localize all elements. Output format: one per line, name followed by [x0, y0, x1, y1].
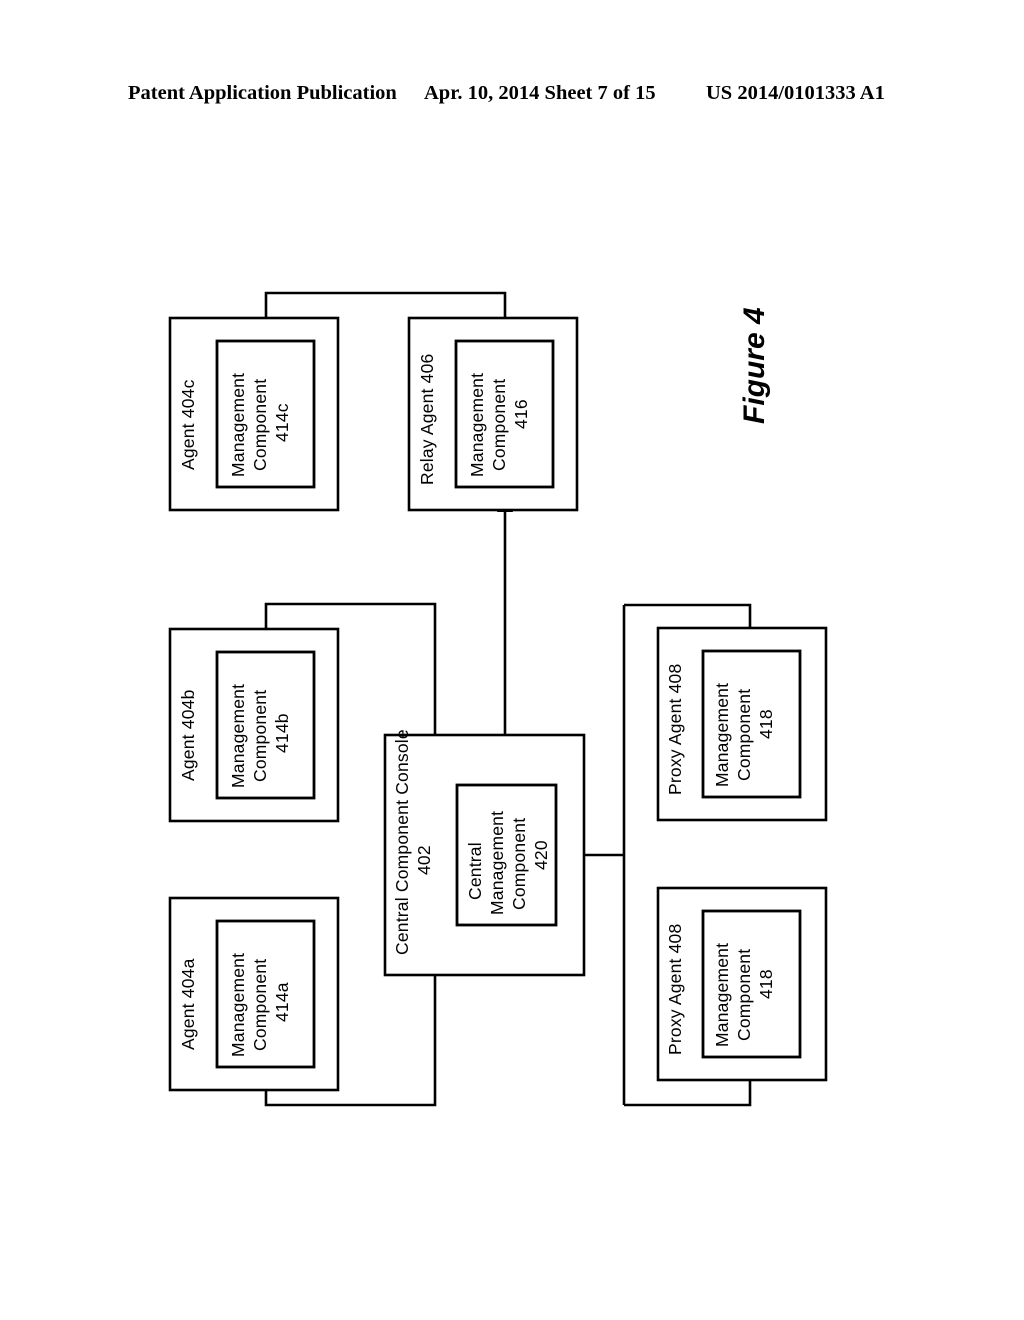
- management-component-418-upper-label-line2: Component: [734, 689, 754, 781]
- management-component-414c-label-line1: Management: [228, 373, 248, 477]
- node-central-component-console-402[interactable]: Central Component Console 402 Central Ma…: [383, 729, 586, 977]
- management-component-416-label-line3: 416: [511, 399, 531, 429]
- management-component-418-lower-label-line3: 418: [756, 969, 776, 999]
- relay-agent-406-label: Relay Agent 406: [417, 354, 437, 485]
- node-relay-agent-406[interactable]: Relay Agent 406 Management Component 416: [407, 316, 579, 512]
- central-component-console-402-label-line1: Central Component Console: [392, 729, 412, 955]
- management-component-418-lower-label-line1: Management: [712, 943, 732, 1047]
- management-component-414a-label-line3: 414a: [272, 982, 292, 1022]
- management-component-414c-label-line2: Component: [250, 379, 270, 471]
- central-management-component-420-label-line1: Central: [465, 842, 485, 900]
- management-component-414c-label-line3: 414c: [272, 403, 292, 442]
- management-component-414a-label-line1: Management: [228, 953, 248, 1057]
- central-management-component-420-label-line2: Management: [487, 811, 507, 915]
- node-proxy-agent-408-lower[interactable]: Proxy Agent 408 Management Component 418: [656, 886, 828, 1082]
- node-agent-404b[interactable]: Agent 404b Management Component 414b: [168, 627, 340, 823]
- management-component-418-upper-label-line3: 418: [756, 709, 776, 739]
- node-agent-404a[interactable]: Agent 404a Management Component 414a: [168, 896, 340, 1092]
- patent-page: Patent Application Publication Apr. 10, …: [0, 0, 1024, 1320]
- management-component-418-lower-label-line2: Component: [734, 949, 754, 1041]
- node-proxy-agent-408-upper[interactable]: Proxy Agent 408 Management Component 418: [656, 626, 828, 822]
- central-management-component-420-label-line4: 420: [531, 840, 551, 870]
- central-management-component-420-label-line3: Component: [509, 818, 529, 910]
- management-component-416-label-line2: Component: [489, 379, 509, 471]
- proxy-agent-408-lower-label: Proxy Agent 408: [665, 924, 685, 1055]
- node-agent-404c[interactable]: Agent 404c Management Component 414c: [168, 316, 340, 512]
- agent-404c-label: Agent 404c: [178, 379, 198, 470]
- figure-4-diagram: Agent 404c Management Component 414c Rel…: [0, 0, 1024, 1320]
- central-component-console-402-label-line2: 402: [414, 845, 434, 875]
- management-component-414b-label-line2: Component: [250, 690, 270, 782]
- proxy-agent-408-upper-label: Proxy Agent 408: [665, 664, 685, 795]
- agent-404a-label: Agent 404a: [178, 958, 198, 1050]
- management-component-418-upper-label-line1: Management: [712, 683, 732, 787]
- management-component-414b-label-line1: Management: [228, 684, 248, 788]
- figure-label: Figure 4: [738, 307, 771, 424]
- management-component-414a-label-line2: Component: [250, 959, 270, 1051]
- management-component-416-label-line1: Management: [467, 373, 487, 477]
- management-component-414b-label-line3: 414b: [272, 713, 292, 753]
- agent-404b-label: Agent 404b: [178, 689, 198, 781]
